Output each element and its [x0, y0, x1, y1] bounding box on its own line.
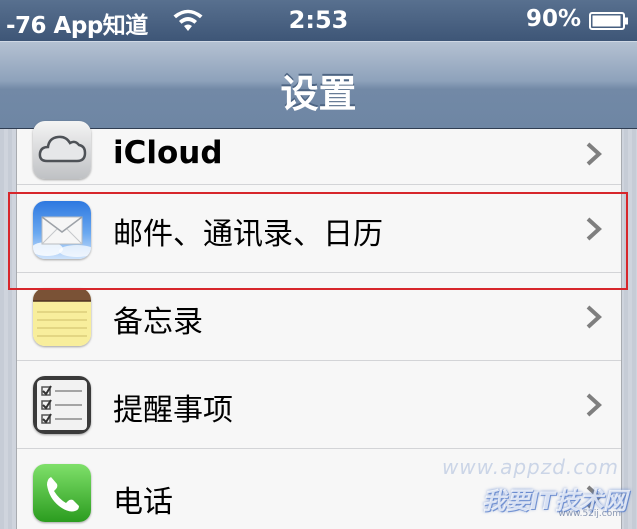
- chevron-right-icon: [586, 217, 602, 241]
- settings-row-label: 备忘录: [113, 305, 203, 340]
- mail-icon: [33, 201, 91, 259]
- settings-row-label: 提醒事项: [113, 393, 233, 428]
- settings-row-phone[interactable]: 电话: [17, 449, 621, 529]
- settings-row-mail-contacts-calendars[interactable]: 邮件、通讯录、日历: [17, 185, 621, 273]
- phone-icon: [33, 464, 91, 522]
- icloud-icon: [33, 121, 91, 179]
- settings-row-notes[interactable]: 备忘录: [17, 273, 621, 361]
- page-title: 设置: [280, 72, 357, 116]
- status-bar: -76 App知道 2:53 90%: [0, 0, 637, 41]
- chevron-right-icon: [586, 485, 602, 509]
- chevron-right-icon: [586, 142, 602, 166]
- chevron-right-icon: [586, 305, 602, 329]
- settings-row-label: 电话: [113, 485, 173, 520]
- settings-row-reminders[interactable]: 提醒事项: [17, 361, 621, 449]
- notes-icon: [33, 288, 91, 346]
- battery-percent: 90%: [525, 6, 581, 32]
- settings-row-label: iCloud: [113, 135, 223, 171]
- settings-list: iCloud 邮件、通讯录、日历 备忘录 提醒事项 电话: [16, 121, 622, 529]
- reminders-icon: [33, 376, 91, 434]
- navigation-bar: 设置: [0, 41, 637, 129]
- chevron-right-icon: [586, 393, 602, 417]
- battery-icon: [589, 12, 628, 30]
- settings-row-icloud[interactable]: iCloud: [17, 121, 621, 185]
- settings-row-label: 邮件、通讯录、日历: [113, 217, 383, 252]
